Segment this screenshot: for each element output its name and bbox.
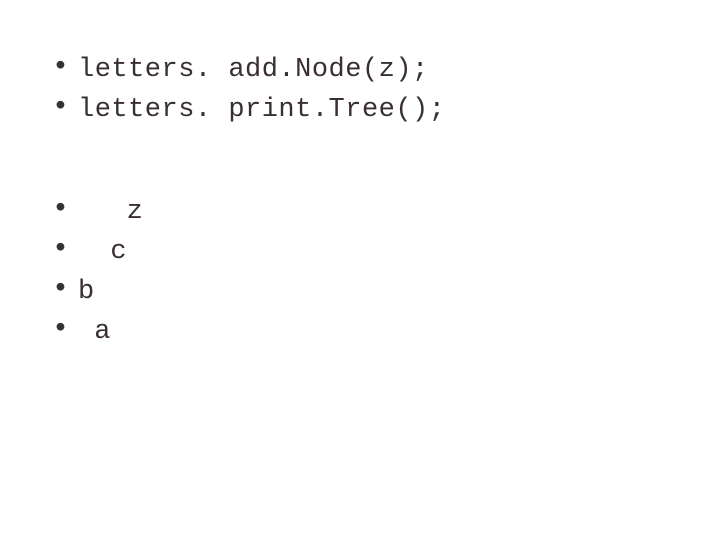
code-bullet: letters. print.Tree(); [50, 90, 670, 128]
bullet-list-top: letters. add.Node(z); letters. print.Tre… [50, 50, 670, 128]
output-bullet: c [50, 232, 670, 270]
code-line: letters. add.Node(z); [78, 55, 429, 85]
output-line: b [78, 277, 94, 307]
code-line: letters. print.Tree(); [78, 95, 445, 125]
output-bullet: a [50, 312, 670, 350]
code-bullet: letters. add.Node(z); [50, 50, 670, 88]
bullet-list-output: z c b a [50, 192, 670, 350]
slide: letters. add.Node(z); letters. print.Tre… [0, 0, 720, 351]
output-bullet: z [50, 192, 670, 230]
output-line: a [78, 317, 110, 347]
output-line: z [78, 197, 143, 227]
spacer [50, 130, 670, 192]
output-bullet: b [50, 272, 670, 310]
output-line: c [78, 237, 127, 267]
